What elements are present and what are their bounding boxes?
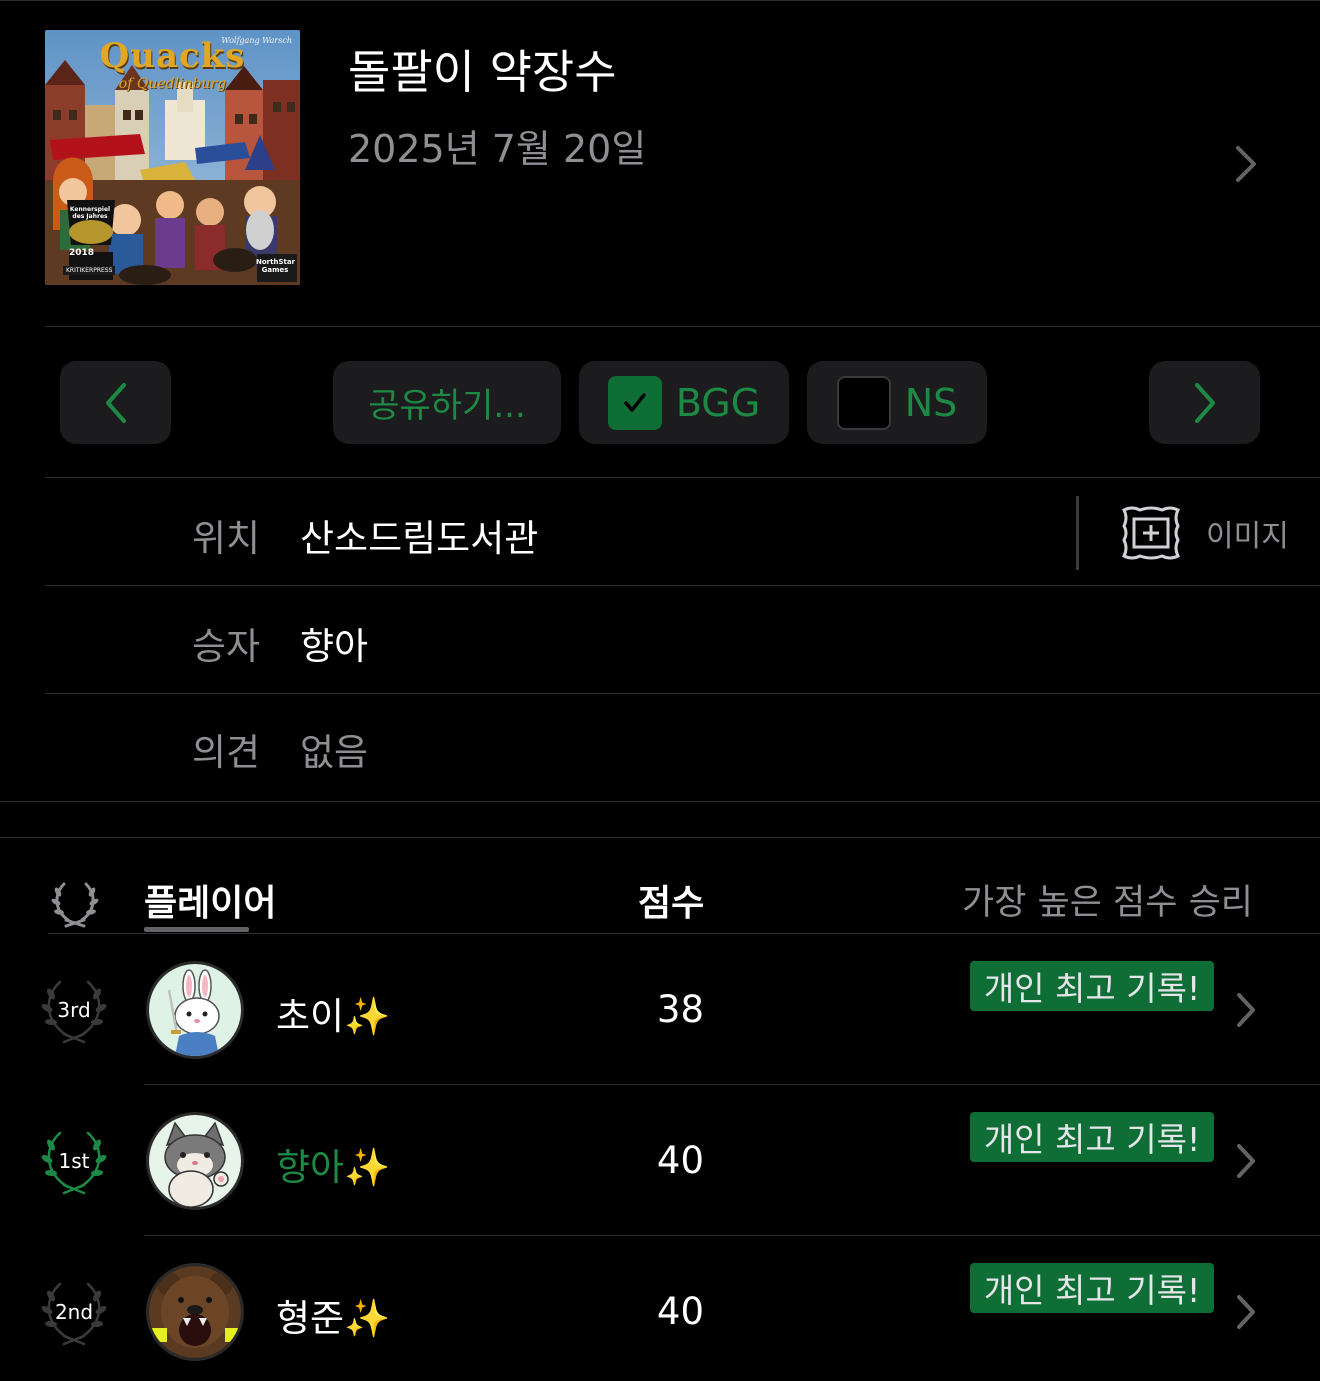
scoring-rule: 가장 높은 점수 승리 [962,883,1253,923]
add-image-button[interactable]: 이미지 [1118,503,1298,563]
share-button-label: 공유하기... [368,386,526,426]
chevron-right-icon [1237,1295,1255,1329]
rank-text: 3rd [57,998,91,1022]
player-score: 40 [656,1139,704,1182]
divider [45,585,1320,586]
checkmark-icon [624,392,646,412]
rank-badge: 1st [40,1127,108,1195]
bgg-label: BGG [675,380,761,425]
play-date: 2025년 7월 20일 [348,127,647,171]
chevron-right-icon [1237,1144,1255,1178]
player-name: 형준✨ [276,1297,391,1340]
divider [45,693,1320,694]
rank-badge: 2nd [40,1278,108,1346]
bgg-checkbox[interactable] [607,375,662,430]
laurel-icon [51,882,99,928]
player-score: 38 [656,988,704,1031]
cover-award: Kennerspiel des Jahres [69,206,111,220]
ns-toggle[interactable]: NS [807,361,987,444]
cover-publisher: KRITIKERPRESS [63,266,116,275]
cover-year: 2018 [69,248,95,258]
player-row[interactable]: 2nd 형준✨ 40 개인 최고 기록! [0,1236,1320,1381]
rank-text: 1st [58,1149,90,1173]
player-avatar [146,1263,244,1361]
sort-indicator [144,927,249,932]
rank-badge: 3rd [40,976,108,1044]
player-name: 초이✨ [276,995,391,1038]
personal-best-badge: 개인 최고 기록! [970,1112,1214,1162]
chevron-right-icon [1194,382,1215,423]
column-header-score[interactable]: 점수 [638,874,704,926]
winner-value[interactable]: 향아 [300,616,368,670]
add-image-icon [1121,506,1181,560]
game-cover-image: Wolfgang Warsch Quacks of Quedlinburg Ke… [45,30,300,285]
top-divider [0,0,1320,1]
chevron-right-icon[interactable] [1228,142,1264,186]
divider [0,801,1320,802]
player-row[interactable]: 1st 향아✨ 40 개인 최고 기록! [0,1085,1320,1235]
rank-text: 2nd [54,1300,94,1324]
vertical-divider [1076,496,1079,570]
comment-label: 의견 [192,731,261,774]
player-score: 40 [656,1290,704,1333]
player-name: 향아✨ [276,1146,391,1189]
bgg-toggle[interactable]: BGG [579,361,789,444]
ns-label: NS [904,380,958,425]
player-avatar [146,1112,244,1210]
column-header-player[interactable]: 플레이어 [144,874,276,926]
player-row[interactable]: 3rd 초이✨ 38 개인 최고 기록! [0,934,1320,1084]
location-label: 위치 [192,517,261,560]
cat-avatar-icon [149,1115,241,1207]
cover-title: Quacks [99,36,246,76]
divider [0,837,1320,838]
personal-best-badge: 개인 최고 기록! [970,1263,1214,1313]
next-button[interactable] [1149,361,1260,444]
cover-publisher-2: NorthStar Games [256,258,296,274]
ns-checkbox[interactable] [836,375,891,430]
previous-button[interactable] [60,361,171,444]
divider [45,477,1320,478]
personal-best-badge: 개인 최고 기록! [970,961,1214,1011]
chevron-left-icon [105,382,126,423]
share-button[interactable]: 공유하기... [333,361,561,444]
chevron-right-icon [1237,993,1255,1027]
winner-label: 승자 [192,625,261,668]
cover-subtitle: of Quedlinburg [118,76,227,92]
add-image-label: 이미지 [1206,519,1289,554]
player-avatar [146,961,244,1059]
game-title: 돌팔이 약장수 [348,45,617,99]
location-value[interactable]: 산소드림도서관 [300,508,538,562]
comment-value[interactable]: 없음 [300,722,368,776]
bear-avatar-icon [149,1266,241,1358]
bunny-avatar-icon [149,964,241,1056]
divider [45,326,1320,327]
